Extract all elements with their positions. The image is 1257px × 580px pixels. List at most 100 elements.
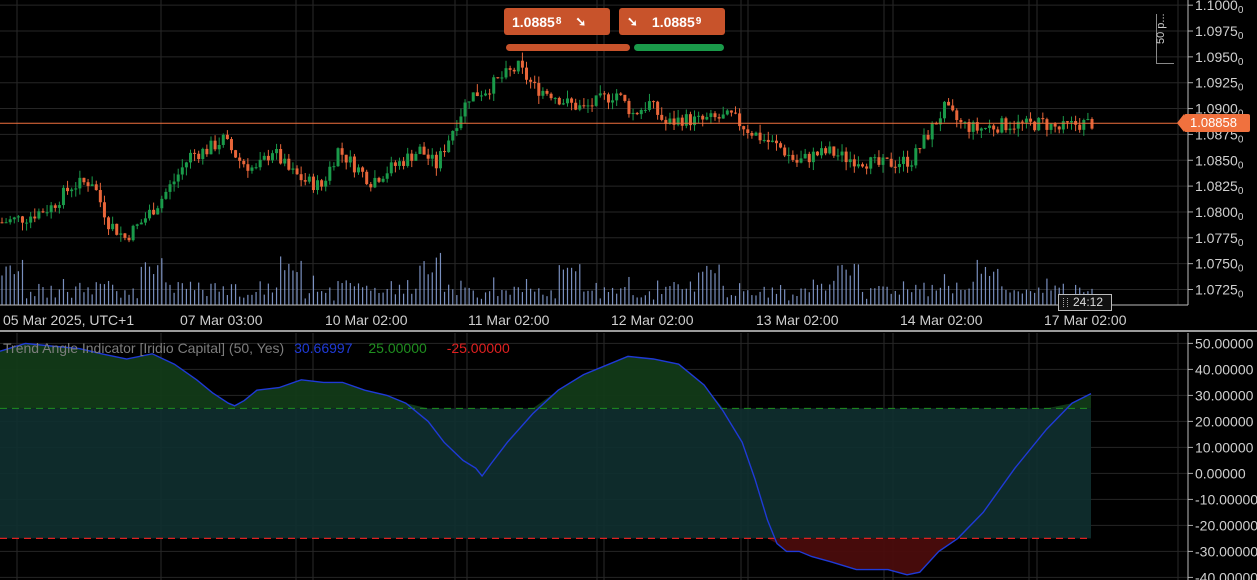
price-tick-label: 1.10000	[1195, 0, 1244, 16]
current-price-badge: 1.08858	[1177, 114, 1250, 132]
chart-canvas[interactable]: 1.100001.097501.095001.092501.090001.087…	[0, 0, 1257, 580]
candle-body	[377, 177, 381, 182]
candle-body	[311, 176, 315, 191]
candle-body	[902, 156, 906, 164]
candle-body	[12, 217, 16, 220]
candle-body	[262, 155, 266, 160]
candle-body	[102, 202, 106, 218]
buy-sentiment-bar	[634, 44, 724, 51]
price-tick-label: 1.09250	[1195, 75, 1244, 94]
candle-body	[738, 113, 742, 127]
candle-body	[836, 155, 840, 157]
price-tick-label: 1.09750	[1195, 23, 1244, 42]
candle-body	[1086, 119, 1090, 121]
ind-tick-label: -20.00000	[1195, 517, 1257, 533]
candle-body	[779, 143, 783, 148]
sell-price-main: 1.0885	[512, 13, 555, 30]
candle-body	[947, 101, 951, 106]
price-tick-sub: 0	[1238, 134, 1244, 145]
candle-body	[516, 60, 520, 72]
candle-body	[906, 156, 910, 167]
candle-body	[410, 153, 414, 161]
candle-body	[53, 205, 57, 208]
time-tick-label: 10 Mar 02:00	[325, 312, 408, 328]
candle-body	[324, 180, 328, 187]
time-tick-label: 12 Mar 02:00	[611, 312, 694, 328]
candle-body	[295, 168, 299, 175]
candle-body	[164, 191, 168, 199]
indicator-name: Trend Angle Indicator [Iridio Capital] (…	[3, 340, 285, 356]
candle-body	[942, 101, 946, 119]
candle-body	[717, 117, 721, 119]
candle-body	[479, 95, 483, 97]
candle-body	[291, 168, 295, 170]
candle-body	[623, 94, 627, 101]
candle-body	[795, 159, 799, 163]
candle-body	[66, 187, 70, 192]
price-tick-sub: 0	[1238, 264, 1244, 275]
price-tick-sub: 0	[1238, 83, 1244, 94]
indicator-below-fill	[0, 538, 1091, 575]
candle-body	[959, 120, 963, 123]
candle-body	[619, 93, 623, 95]
candle-body	[328, 166, 332, 181]
candle-body	[332, 166, 336, 168]
ind-tick-label: 50.00000	[1195, 335, 1254, 351]
candle-body	[385, 173, 389, 179]
time-tick-label: 11 Mar 02:00	[468, 312, 550, 328]
candle-body	[20, 216, 24, 223]
candle-body	[316, 180, 320, 191]
candle-body	[897, 163, 901, 168]
candle-body	[873, 157, 877, 159]
candle-body	[414, 153, 418, 161]
candle-body	[832, 146, 836, 156]
candle-body	[90, 184, 94, 187]
price-tick-sub: 0	[1238, 5, 1244, 16]
candle-body	[643, 109, 647, 111]
candle-body	[234, 150, 238, 158]
price-tick-label: 1.07500	[1195, 256, 1244, 275]
candle-body	[979, 128, 983, 131]
candle-body	[344, 154, 348, 163]
candle-body	[733, 112, 737, 114]
candle-body	[1082, 120, 1086, 130]
candle-body	[361, 167, 365, 172]
candle-body	[176, 174, 180, 182]
candle-body	[221, 134, 225, 145]
candle-body	[418, 146, 422, 154]
candle-body	[365, 171, 369, 185]
candle-body	[877, 157, 881, 165]
candle-body	[275, 149, 279, 154]
candle-body	[131, 225, 135, 241]
candle-countdown[interactable]: 24:12	[1058, 294, 1112, 311]
candle-body	[787, 154, 791, 156]
ind-tick-label: 40.00000	[1195, 361, 1254, 377]
candlestick-series	[0, 52, 1094, 243]
candle-body	[684, 114, 688, 126]
candle-body	[586, 105, 590, 107]
buy-price-main: 1.0885	[651, 13, 695, 30]
candle-body	[1012, 128, 1016, 130]
price-tick-sub: 0	[1238, 31, 1244, 42]
candle-body	[488, 93, 492, 95]
sell-button[interactable]: 1.0885 8 ➘	[504, 8, 610, 35]
candle-body	[1041, 118, 1045, 120]
candle-body	[25, 222, 29, 224]
trading-chart-app[interactable]: 1.100001.097501.095001.092501.090001.087…	[0, 0, 1257, 580]
candle-body	[447, 140, 451, 153]
candle-body	[238, 157, 242, 161]
candle-body	[352, 156, 356, 173]
candle-body	[463, 102, 467, 117]
indicator-legend[interactable]: Trend Angle Indicator [Iridio Capital] (…	[3, 340, 510, 356]
buy-button[interactable]: ➘ 1.0885 9	[619, 8, 725, 35]
sell-price-pip: 8	[555, 16, 562, 27]
candle-body	[930, 123, 934, 140]
candle-body	[1016, 121, 1020, 129]
candle-body	[791, 154, 795, 160]
candle-body	[357, 167, 361, 173]
scale-indicator[interactable]: 50 p...	[1155, 13, 1174, 64]
candle-body	[279, 149, 283, 164]
candle-body	[168, 184, 172, 192]
drag-grip-icon[interactable]	[1063, 298, 1068, 307]
price-tick-sub: 0	[1238, 238, 1244, 249]
